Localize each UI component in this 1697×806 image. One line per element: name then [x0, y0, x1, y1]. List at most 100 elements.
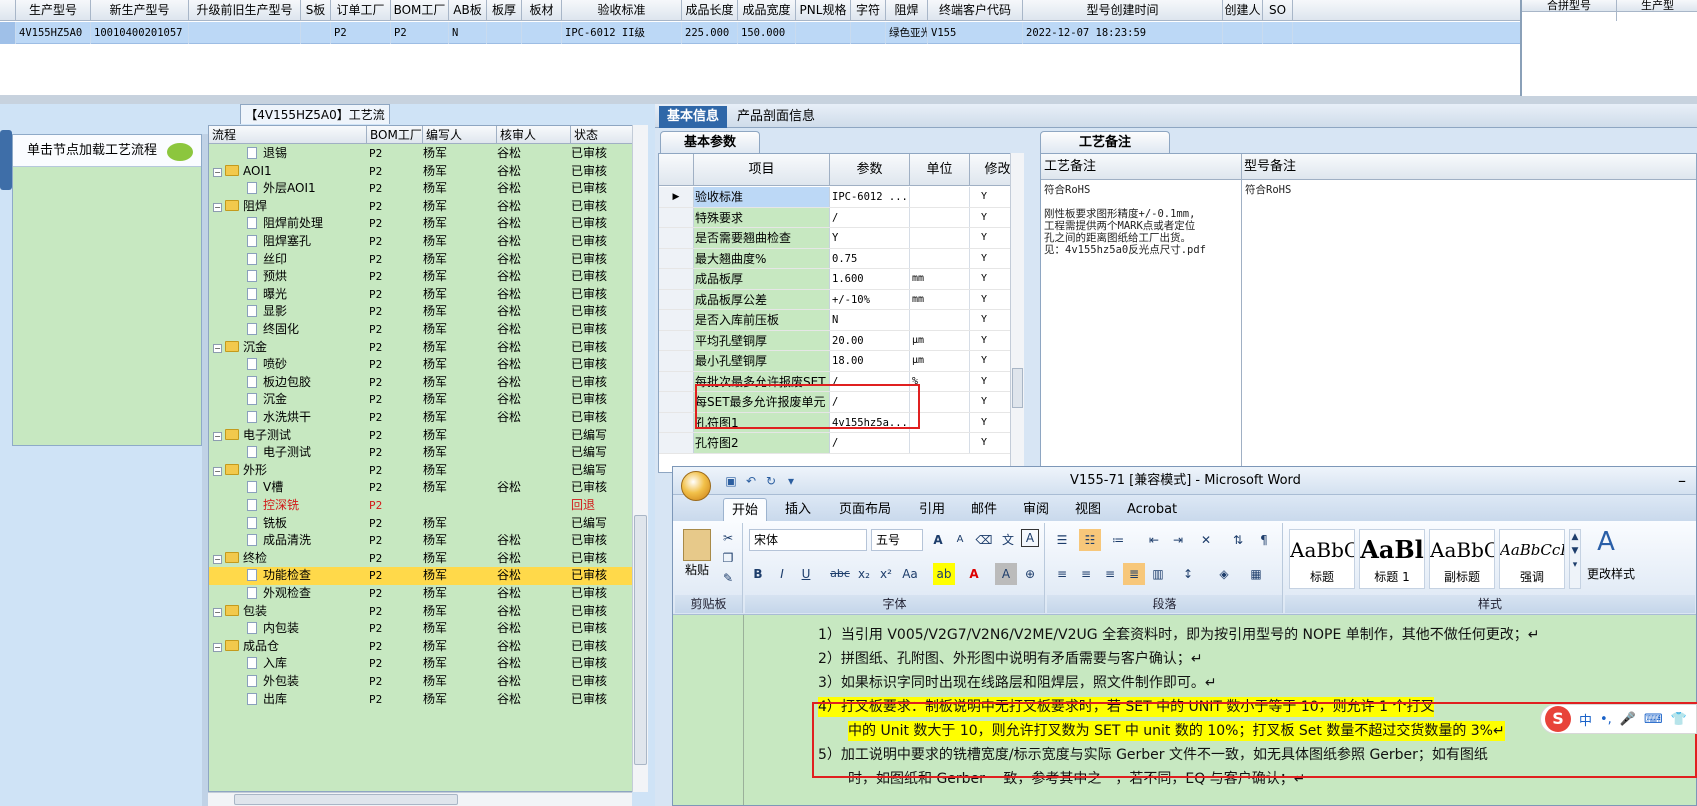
params-vertical-scrollbar[interactable]: [1010, 153, 1024, 473]
col-header[interactable]: SO: [1263, 0, 1293, 21]
load-node-hint[interactable]: 单击节点加载工艺流程: [13, 135, 201, 167]
row-selector[interactable]: [0, 22, 16, 44]
process-row[interactable]: − 沉金 P2 杨军 谷松 已审核: [209, 339, 633, 357]
tab-basic-params[interactable]: 基本参数: [660, 131, 760, 153]
style-title[interactable]: AaBbC 标题: [1289, 529, 1355, 589]
grid-cell[interactable]: [487, 22, 522, 44]
col-reviewer[interactable]: 核审人: [497, 126, 571, 144]
grid-cell[interactable]: [189, 22, 301, 44]
styles-scroll-icon[interactable]: ▲ ▼ ▾: [1569, 529, 1581, 589]
collapse-icon[interactable]: −: [213, 202, 222, 212]
process-row[interactable]: 丝印 P2 杨军 谷松 已审核: [209, 251, 633, 269]
col-process-remark[interactable]: 工艺备注: [1041, 154, 1096, 180]
grid-cell[interactable]: P2: [391, 22, 449, 44]
row-pointer-icon[interactable]: [659, 351, 694, 371]
align-center-icon[interactable]: ≡: [1075, 563, 1097, 585]
param-item-cell[interactable]: 特殊要求: [694, 207, 830, 227]
col-header[interactable]: 成品长度: [682, 0, 738, 21]
tab-home[interactable]: 开始: [723, 498, 768, 521]
col-model-remark[interactable]: 型号备注: [1241, 154, 1296, 180]
tab-references[interactable]: 引用: [911, 498, 953, 521]
process-row[interactable]: 成品清洗 P2 杨军 谷松 已审核: [209, 532, 633, 550]
ime-voice-icon[interactable]: 🎤: [1620, 712, 1636, 727]
cut-icon[interactable]: ✂: [717, 527, 739, 549]
param-unit-cell[interactable]: [910, 433, 970, 453]
ime-skin-icon[interactable]: 👕: [1671, 712, 1687, 727]
tab-basic-info[interactable]: 基本信息: [659, 106, 728, 128]
tab-review[interactable]: 审阅: [1015, 498, 1057, 521]
param-value-cell[interactable]: IPC-6012 ...: [830, 187, 910, 207]
col-header[interactable]: 成品宽度: [738, 0, 796, 21]
col-unit[interactable]: 单位: [910, 154, 970, 186]
param-unit-cell[interactable]: mm: [910, 289, 970, 309]
ime-chinese-toggle[interactable]: 中: [1579, 710, 1592, 729]
tab-page-layout[interactable]: 页面布局: [831, 498, 899, 521]
multilevel-list-icon[interactable]: ≔: [1107, 529, 1129, 551]
ime-punct-icon[interactable]: •,: [1600, 712, 1612, 727]
save-icon[interactable]: ▣: [723, 473, 739, 489]
strikethrough-icon[interactable]: abc: [829, 563, 851, 585]
param-value-cell[interactable]: 0.75: [830, 248, 910, 268]
grid-cell[interactable]: [851, 22, 886, 44]
process-row[interactable]: V槽 P2 杨军 谷松 已审核: [209, 479, 633, 497]
col-header[interactable]: 板材: [522, 0, 562, 21]
tab-mailings[interactable]: 邮件: [963, 498, 1005, 521]
process-row[interactable]: 控深铣 P2 回退: [209, 497, 633, 515]
grid-cell[interactable]: [1223, 22, 1263, 44]
process-row[interactable]: 铣板 P2 杨军 已编写: [209, 515, 633, 533]
grid-cell[interactable]: 4V155HZ5A0: [16, 22, 91, 44]
grid-cell[interactable]: 150.000: [738, 22, 796, 44]
process-row[interactable]: 入库 P2 杨军 谷松 已审核: [209, 655, 633, 673]
row-pointer-icon[interactable]: [659, 269, 694, 289]
paste-icon[interactable]: [683, 529, 711, 561]
redo-icon[interactable]: ↻: [763, 473, 779, 489]
param-unit-cell[interactable]: [910, 187, 970, 207]
row-pointer-icon[interactable]: [659, 330, 694, 350]
grid-cell[interactable]: [796, 22, 851, 44]
style-heading1[interactable]: AaBl 标题 1: [1359, 529, 1425, 589]
col-header[interactable]: 型号创建时间: [1023, 0, 1223, 21]
grid-cell[interactable]: N: [449, 22, 487, 44]
tab-product-section[interactable]: 产品剖面信息: [729, 106, 823, 128]
model-remark-text[interactable]: 符合RoHS: [1245, 184, 1291, 196]
change-styles-button[interactable]: 更改样式: [1581, 563, 1641, 585]
qat-dropdown-icon[interactable]: ▾: [783, 473, 799, 489]
param-value-cell[interactable]: Y: [830, 228, 910, 248]
param-unit-cell[interactable]: [910, 228, 970, 248]
style-emphasis[interactable]: AaBbCcDc 强调: [1499, 529, 1565, 589]
process-row[interactable]: 功能检查 P2 杨军 谷松 已审核: [209, 567, 633, 585]
param-item-cell[interactable]: 最小孔壁铜厚: [694, 351, 830, 371]
increase-indent-icon[interactable]: ⇥: [1167, 529, 1189, 551]
superscript-icon[interactable]: x²: [875, 563, 897, 585]
col-status[interactable]: 状态: [571, 126, 633, 144]
col-header[interactable]: S板: [301, 0, 331, 21]
param-item-cell[interactable]: 成品板厚公差: [694, 289, 830, 309]
grid-cell[interactable]: P2: [331, 22, 391, 44]
param-item-cell[interactable]: 是否需要翘曲检查: [694, 228, 830, 248]
param-item-cell[interactable]: 平均孔壁铜厚: [694, 330, 830, 350]
change-styles-icon[interactable]: A: [1591, 527, 1621, 557]
line-spacing-icon[interactable]: ↕: [1177, 563, 1199, 585]
grid-cell[interactable]: V155: [928, 22, 1023, 44]
process-row[interactable]: 终固化 P2 杨军 谷松 已审核: [209, 321, 633, 339]
process-row[interactable]: 预烘 P2 杨军 谷松 已审核: [209, 268, 633, 286]
process-row[interactable]: 退锡 P2 杨军 谷松 已审核: [209, 145, 633, 163]
col-header[interactable]: 升级前旧生产型号: [189, 0, 301, 21]
tab-insert[interactable]: 插入: [777, 498, 819, 521]
process-row[interactable]: 外包装 P2 杨军 谷松 已审核: [209, 673, 633, 691]
process-row[interactable]: 喷砂 P2 杨军 谷松 已审核: [209, 356, 633, 374]
col-header[interactable]: 新生产型号: [91, 0, 189, 21]
param-value-cell[interactable]: N: [830, 310, 910, 330]
clear-format-icon[interactable]: ⌫: [973, 529, 995, 551]
param-value-cell[interactable]: 20.00: [830, 330, 910, 350]
process-row[interactable]: 外层AOI1 P2 杨军 谷松 已审核: [209, 180, 633, 198]
collapse-icon[interactable]: −: [213, 167, 222, 177]
highlight-icon[interactable]: ab: [933, 563, 955, 585]
bullets-icon[interactable]: ☰: [1051, 529, 1073, 551]
col-writer[interactable]: 编写人: [423, 126, 497, 144]
grid-cell[interactable]: [301, 22, 331, 44]
col-item[interactable]: 项目: [694, 154, 830, 186]
process-horizontal-scrollbar[interactable]: [208, 792, 632, 806]
bold-icon[interactable]: B: [747, 563, 769, 585]
param-row[interactable]: 特殊要求 / Y: [659, 207, 1023, 228]
